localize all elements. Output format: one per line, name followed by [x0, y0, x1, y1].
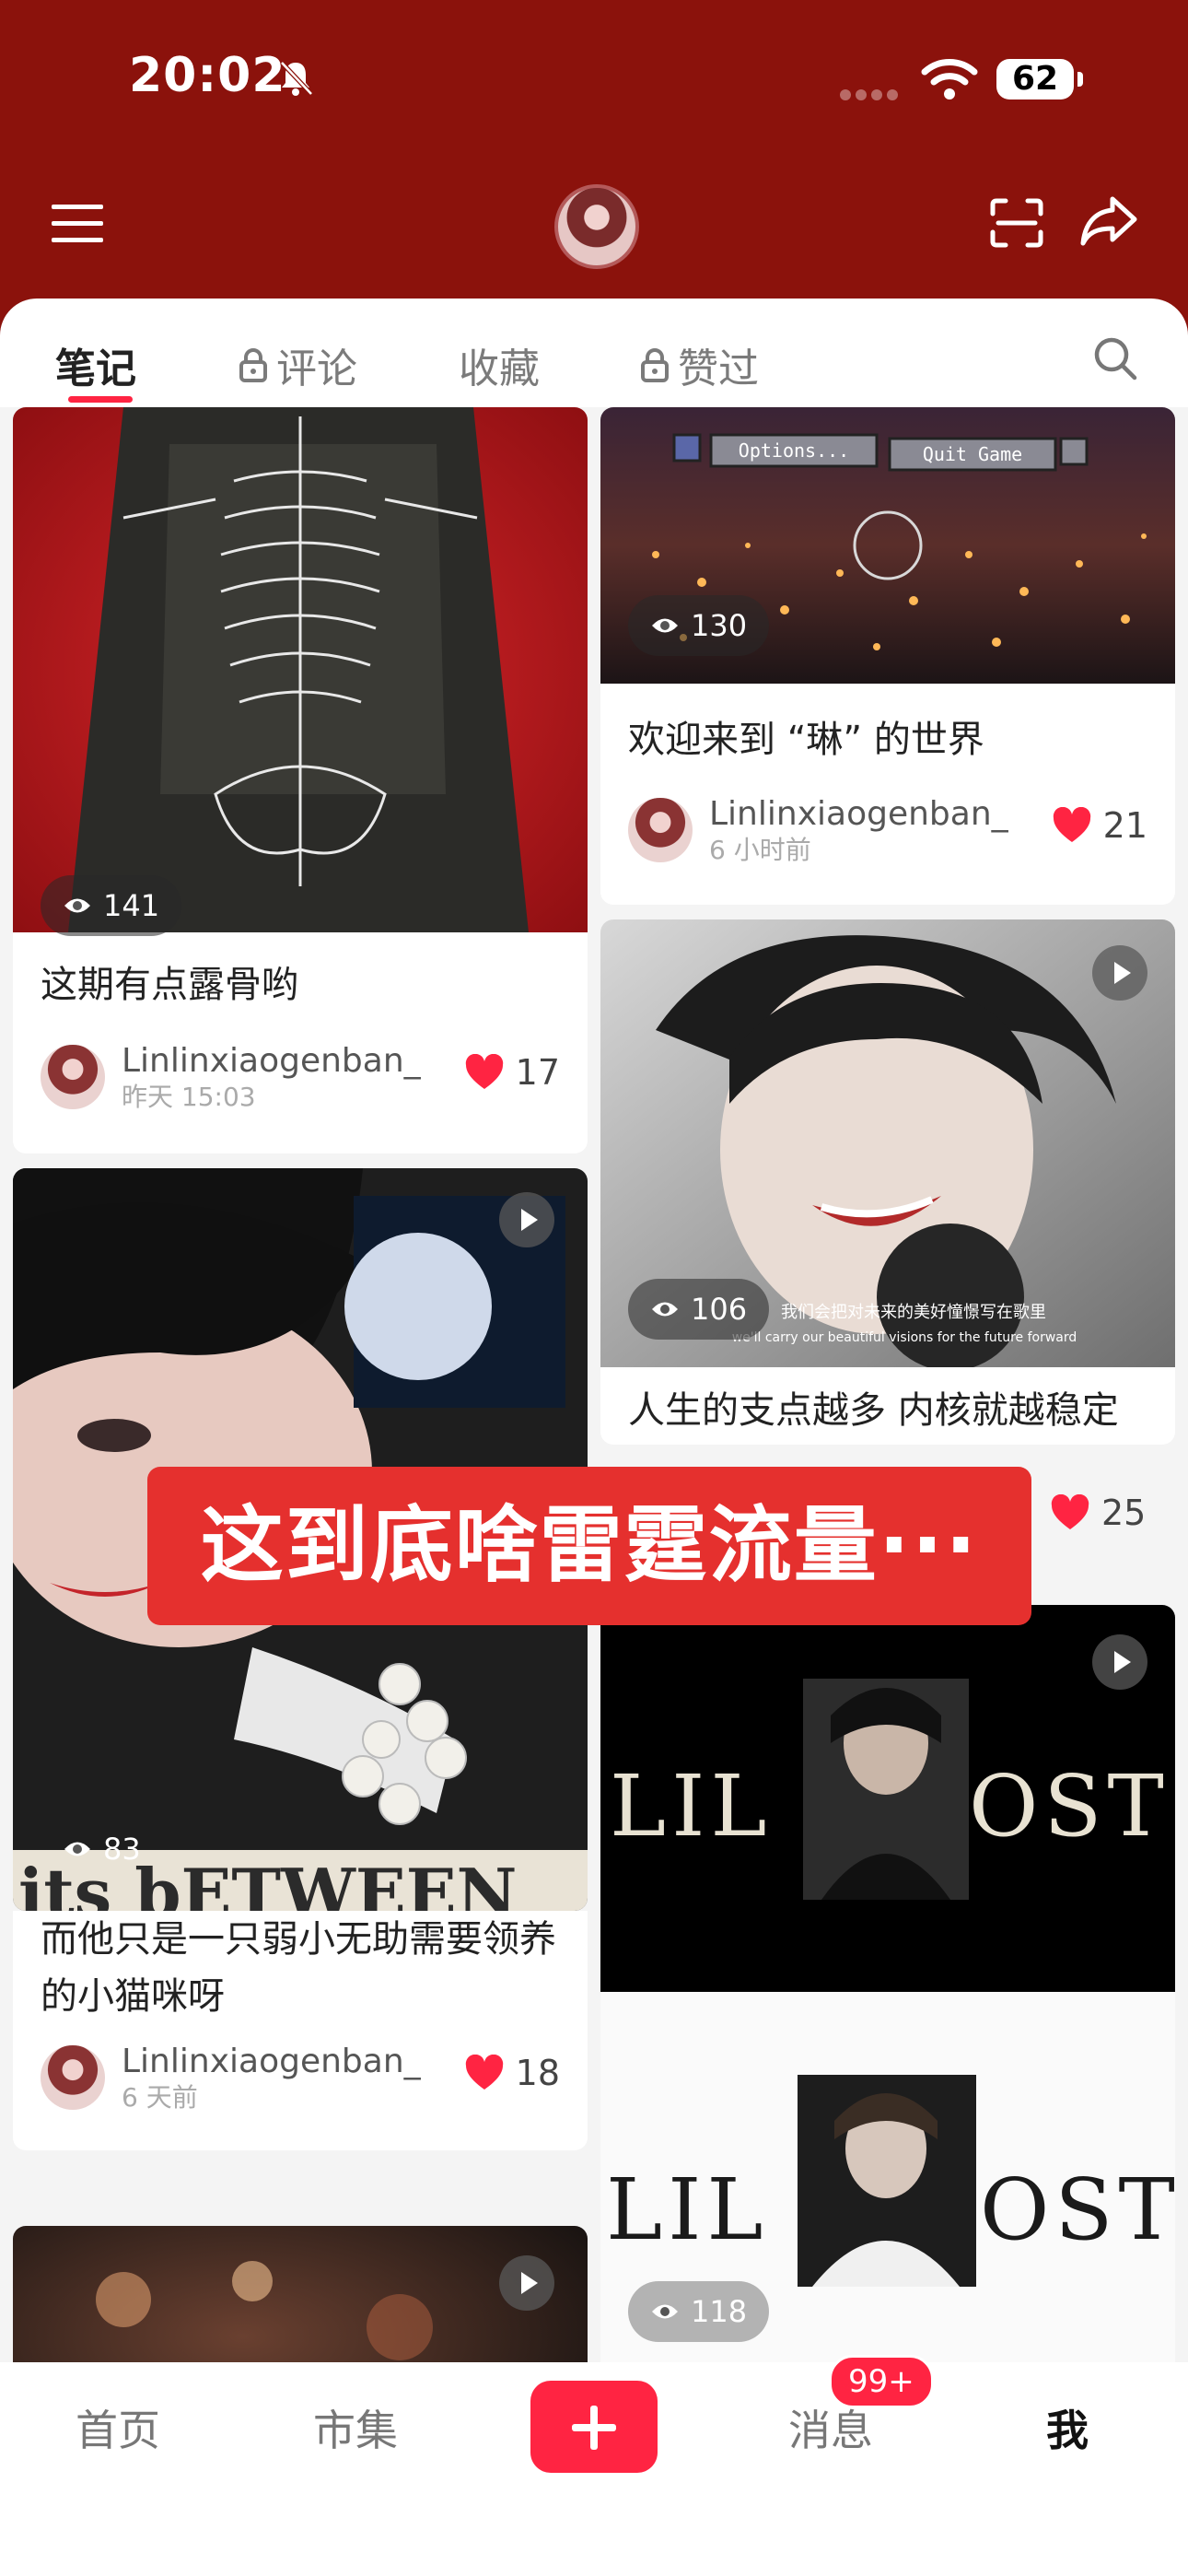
- like-button[interactable]: 25: [1050, 1493, 1146, 1533]
- share-icon[interactable]: [1079, 195, 1138, 247]
- post-time: 昨天 15:03: [122, 1082, 256, 1112]
- view-count: 118: [628, 2281, 770, 2342]
- note-author[interactable]: Linlinxiaogenban_ 6 天前: [41, 2042, 421, 2113]
- author-name: Linlinxiaogenban_: [122, 2043, 421, 2080]
- note-card[interactable]: LIL OST LIL OST 118: [600, 1605, 1175, 2362]
- battery-indicator: 62: [996, 59, 1083, 100]
- video-play-icon: [1092, 1634, 1147, 1690]
- lock-icon: [239, 348, 267, 382]
- note-title: 人生的支点越多 内核就越稳定: [628, 1389, 1119, 1432]
- bottom-nav: 首页 市集 消息 99+ 我: [0, 2355, 1188, 2576]
- heart-icon: [465, 1054, 503, 1089]
- video-play-icon: [499, 2255, 554, 2311]
- note-title: 欢迎来到 “琳” 的世界: [628, 719, 984, 761]
- status-time: 20:02: [129, 48, 286, 103]
- avatar: [41, 2045, 105, 2110]
- note-card[interactable]: Options... Quit Game 130 欢迎来到 “琳” 的世界 Li…: [600, 407, 1175, 905]
- search-icon[interactable]: [1092, 335, 1138, 381]
- note-cover-image: [13, 407, 588, 932]
- mute-bell-icon: [280, 61, 313, 96]
- wifi-icon: [921, 59, 978, 100]
- author-name: Linlinxiaogenban_: [122, 1042, 421, 1080]
- note-author[interactable]: Linlinxiaogenban_ 昨天 15:03: [41, 1041, 421, 1113]
- note-card[interactable]: [13, 2226, 588, 2362]
- like-button[interactable]: 18: [464, 2053, 560, 2093]
- author-name: Linlinxiaogenban_: [709, 795, 1008, 833]
- nav-me[interactable]: 我: [1046, 2397, 1089, 2458]
- avatar: [628, 798, 693, 862]
- menu-icon[interactable]: [52, 203, 103, 245]
- note-card-footer[interactable]: 而他只是一只弱小无助需要领养的小猫咪呀 Linlinxiaogenban_ 6 …: [13, 1911, 588, 2150]
- note-card[interactable]: 我们会把对未来的美好憧憬写在歌里 we'll carry our beautif…: [600, 919, 1175, 1445]
- view-count: 130: [628, 595, 770, 656]
- overlay-banner: 这到底啥雷霆流量···: [147, 1467, 1031, 1625]
- post-time: 6 天前: [122, 2082, 198, 2113]
- eye-icon: [652, 618, 678, 633]
- video-play-icon: [499, 1192, 554, 1247]
- game-quit-label: Quit Game: [923, 443, 1022, 465]
- tab-comments[interactable]: 评论: [238, 335, 357, 394]
- battery-level: 62: [1011, 60, 1059, 98]
- note-title: 这期有点露骨哟: [41, 964, 298, 1006]
- view-count: 83: [41, 1819, 163, 1879]
- avatar: [41, 1045, 105, 1109]
- profile-header: 20:02 62: [0, 0, 1188, 350]
- note-cover-image: LIL OST LIL OST: [600, 1605, 1175, 2362]
- tab-favorites[interactable]: 收藏: [459, 335, 540, 394]
- active-tab-indicator: [68, 396, 133, 403]
- messages-badge: 99+: [829, 2355, 934, 2408]
- post-time: 6 小时前: [709, 835, 811, 865]
- cellular-signal-icon: [840, 89, 898, 100]
- subtitle-cn: 我们会把对未来的美好憧憬写在歌里: [781, 1303, 1046, 1322]
- eye-icon: [64, 1842, 90, 1856]
- note-title: 而他只是一只弱小无助需要领养的小猫咪呀: [41, 1918, 556, 2018]
- scan-icon[interactable]: [989, 197, 1044, 249]
- notes-feed[interactable]: 141 这期有点露骨哟 Linlinxiaogenban_ 昨天 15:03 1…: [0, 407, 1188, 2362]
- eye-icon: [652, 2304, 678, 2319]
- video-play-icon: [1092, 945, 1147, 1001]
- profile-tabs: 笔记 评论 收藏 赞过: [0, 299, 1188, 407]
- heart-icon: [1051, 1494, 1089, 1529]
- note-card[interactable]: 141 这期有点露骨哟 Linlinxiaogenban_ 昨天 15:03 1…: [13, 407, 588, 1153]
- heart-icon: [465, 2055, 503, 2090]
- like-button[interactable]: 17: [464, 1052, 560, 1093]
- note-author[interactable]: Linlinxiaogenban_ 6 小时前: [628, 794, 1008, 866]
- eye-icon: [64, 898, 90, 913]
- lock-icon: [641, 348, 669, 382]
- subtitle-en: we'll carry our beautiful visions for th…: [732, 1330, 1077, 1345]
- tab-liked[interactable]: 赞过: [639, 335, 759, 394]
- poster-left-text-2: LIL: [606, 2160, 769, 2259]
- heart-icon: [1053, 807, 1090, 842]
- nav-market[interactable]: 市集: [313, 2397, 398, 2458]
- view-count: 106: [628, 1279, 770, 1340]
- avatar[interactable]: [554, 184, 639, 269]
- poster-right-text: OST: [969, 1757, 1170, 1856]
- poster-right-text-2: OST: [980, 2160, 1175, 2259]
- tab-notes[interactable]: 笔记: [55, 335, 136, 394]
- nav-home[interactable]: 首页: [76, 2397, 160, 2458]
- poster-left-text: LIL: [610, 1757, 773, 1856]
- like-button[interactable]: 21: [1052, 805, 1147, 846]
- eye-icon: [652, 1302, 678, 1317]
- create-post-button[interactable]: [530, 2381, 658, 2473]
- view-count: 141: [41, 875, 182, 936]
- game-options-label: Options...: [739, 439, 849, 462]
